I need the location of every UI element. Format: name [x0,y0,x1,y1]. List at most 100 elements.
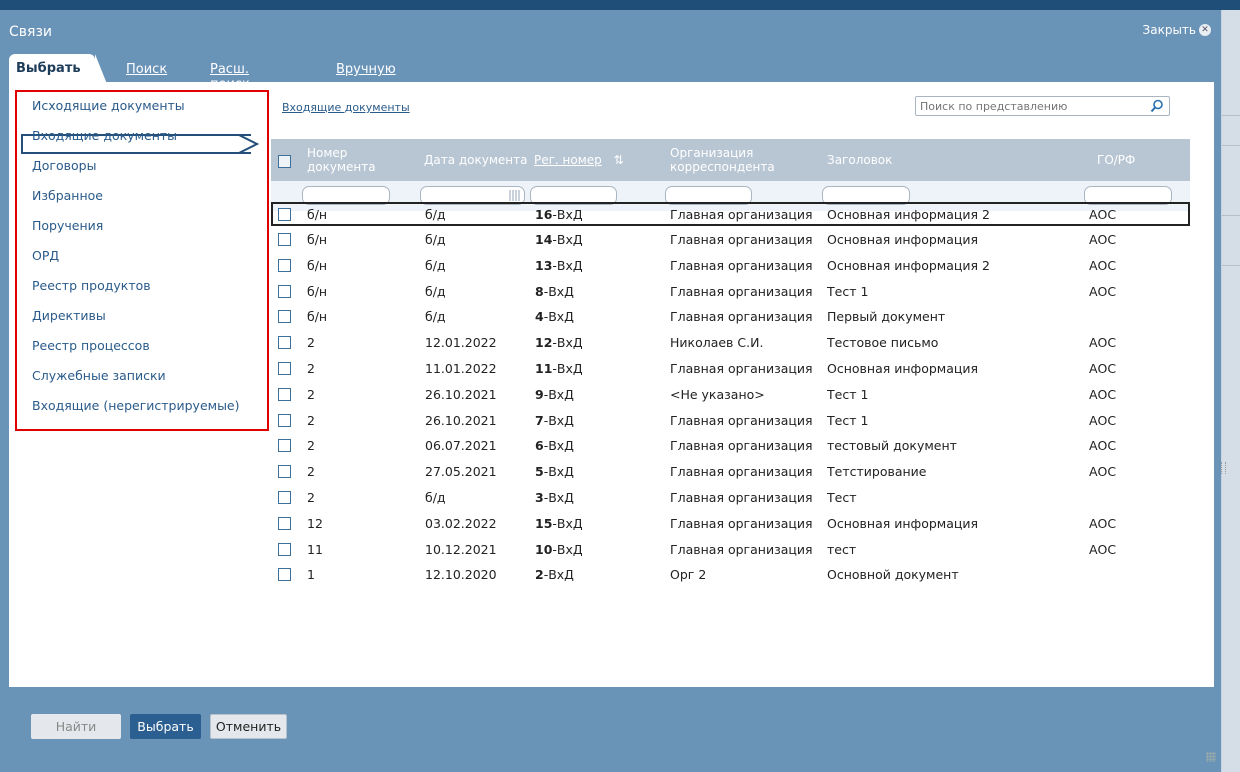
find-button[interactable]: Найти [31,714,121,739]
cell-date: б/д [425,258,446,273]
cell-organization: Главная организация [670,284,813,299]
cell-reg-number: 2-ВхД [535,567,574,582]
close-icon[interactable]: ✕ [1199,24,1211,36]
table-row[interactable]: 12 03.02.2022 Главная организация Основная … [271,511,1190,535]
cell-title: тест [827,542,857,557]
cell-organization: Орг 2 [670,567,707,582]
cell-go-rf: АОС [1089,387,1117,402]
cancel-button[interactable]: Отменить [210,714,287,739]
col-header-date[interactable]: Дата документа [424,153,528,167]
table-row[interactable]: 11 10.12.2021 Главная организация тест АОС 10… [271,537,1190,561]
sidebar-item[interactable]: Договоры [32,158,96,173]
cell-go-rf: АОС [1089,284,1117,299]
table-row[interactable]: 2 26.10.2021 Главная организация Тест 1 АОС 7… [271,408,1190,432]
cell-title: Основная информация [827,516,979,531]
table-row[interactable]: 2 б/д Главная организация Тест 3-ВхД [271,485,1190,509]
cell-number: б/н [307,207,328,222]
table-row[interactable]: 2 12.01.2022 Николаев С.И. Тестовое письмо А… [271,330,1190,354]
sidebar-item[interactable]: Реестр продуктов [32,278,151,293]
cell-date: 06.07.2021 [425,438,497,453]
tab-manual[interactable]: Вручную [336,62,396,77]
cell-reg-number: 5-ВхД [535,464,574,479]
sidebar-item[interactable]: Служебные записки [32,368,166,383]
resize-grip-icon[interactable] [1206,752,1216,762]
table-row[interactable]: б/н б/д Главная организация Первый документ… [271,304,1190,328]
row-checkbox[interactable] [278,259,291,272]
cell-organization: Главная организация [670,464,813,479]
row-checkbox[interactable] [278,208,291,221]
col-header-number[interactable]: Номер документа [307,146,376,174]
cell-organization: Главная организация [670,207,813,222]
select-button[interactable]: Выбрать [130,714,201,739]
row-checkbox[interactable] [278,310,291,323]
cell-date: 10.12.2021 [425,542,497,557]
splitter-handle[interactable] [1221,462,1226,474]
table-row[interactable]: 2 27.05.2021 Главная организация Тетстирова… [271,459,1190,483]
cell-date: 03.02.2022 [425,516,497,531]
background-app-edge [1222,10,1240,772]
sidebar-item[interactable]: Исходящие документы [32,98,185,113]
cell-go-rf: АОС [1089,542,1117,557]
row-checkbox[interactable] [278,285,291,298]
row-checkbox[interactable] [278,439,291,452]
cell-go-rf: АОС [1089,232,1117,247]
table-row[interactable]: б/н б/д Главная организация Основная информ… [271,253,1190,277]
col-header-reg-number[interactable]: Рег. номер ⇅ [534,153,624,167]
search-input[interactable] [915,96,1170,116]
cell-reg-number: 12-ВхД [535,335,583,350]
sidebar-item[interactable]: Входящие документы [32,128,177,143]
row-checkbox[interactable] [278,362,291,375]
tab-search[interactable]: Поиск [126,62,167,77]
sidebar-item[interactable]: Реестр процессов [32,338,150,353]
row-checkbox[interactable] [278,233,291,246]
cell-reg-number: 9-ВхД [535,387,574,402]
sidebar-item[interactable]: Поручения [32,218,103,233]
col-header-title[interactable]: Заголовок [827,153,892,167]
table-row[interactable]: б/н б/д Главная организация Основная информ… [271,227,1190,251]
cell-organization: Главная организация [670,361,813,376]
cell-go-rf: АОС [1089,438,1117,453]
table-header: Номер документа Дата документа Рег. номер… [271,139,1190,181]
table-row[interactable]: 1 12.10.2020 Орг 2 Основной документ 2-ВхД [271,562,1190,586]
sidebar-item[interactable]: Директивы [32,308,106,323]
cell-number: 2 [307,413,315,428]
row-checkbox[interactable] [278,517,291,530]
row-checkbox[interactable] [278,491,291,504]
cell-organization: Главная организация [670,309,813,324]
table-row[interactable]: б/н б/д Главная организация Основная информ… [271,202,1190,226]
col-header-organization[interactable]: Организация корреспондента [670,146,775,174]
row-checkbox[interactable] [278,465,291,478]
row-checkbox[interactable] [278,543,291,556]
cell-title: Тест 1 [827,284,869,299]
sort-icon[interactable]: ⇅ [614,153,624,167]
table-row[interactable]: 2 11.01.2022 Главная организация Основная и… [271,356,1190,380]
cell-number: б/н [307,284,328,299]
selection-arrow-icon [238,134,260,154]
cell-reg-number: 16-ВхД [535,207,583,222]
row-checkbox[interactable] [278,336,291,349]
cell-date: 26.10.2021 [425,387,497,402]
sidebar-item[interactable]: Избранное [32,188,103,203]
app-top-bar [0,0,1240,10]
breadcrumb[interactable]: Входящие документы [282,101,410,114]
row-checkbox[interactable] [278,414,291,427]
calendar-icon[interactable] [509,190,521,201]
sidebar-item[interactable]: Входящие (нерегистрируемые) [32,398,240,413]
select-all-checkbox[interactable] [278,155,291,168]
cell-number: 11 [307,542,323,557]
col-header-go-rf[interactable]: ГО/РФ [1097,153,1135,167]
table-row[interactable]: б/н б/д Главная организация Тест 1 АОС 8-ВхД [271,279,1190,303]
cell-title: Тестовое письмо [827,335,939,350]
table-row[interactable]: 2 26.10.2021 <Не указано> Тест 1 АОС 9-ВхД [271,382,1190,406]
sidebar-item[interactable]: ОРД [32,248,59,263]
cell-organization: Главная организация [670,542,813,557]
cell-go-rf: АОС [1089,516,1117,531]
search-icon[interactable] [1150,99,1164,113]
cell-organization: Главная организация [670,413,813,428]
close-button[interactable]: Закрыть ✕ [1143,23,1211,37]
reg-number-sort-link[interactable]: Рег. номер [534,153,602,167]
row-checkbox[interactable] [278,568,291,581]
tab-select[interactable]: Выбрать [9,54,107,84]
row-checkbox[interactable] [278,388,291,401]
table-row[interactable]: 2 06.07.2021 Главная организация тестовый д… [271,433,1190,457]
